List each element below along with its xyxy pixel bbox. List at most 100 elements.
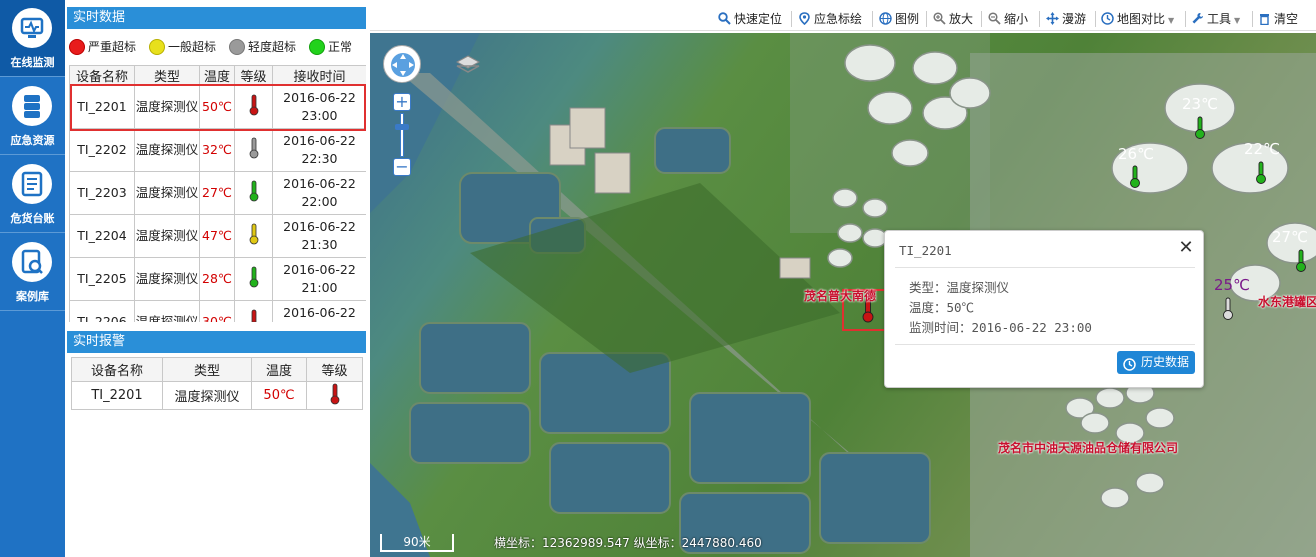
column-header-type[interactable]: 类型 — [134, 65, 200, 86]
received-time-cell: 2016-06-22 21:00 — [272, 257, 366, 301]
alarm-row[interactable]: TI_2201 温度探测仪 50℃ — [71, 381, 363, 410]
close-icon[interactable]: ✕ — [1177, 239, 1195, 257]
zoom-in-tool-button[interactable]: 放大 — [933, 10, 973, 28]
nav-item-emergency-resources[interactable]: 应急资源 — [0, 78, 65, 154]
nav-item-online-monitoring[interactable]: 在线监测 — [0, 0, 65, 76]
toolbar-label: 缩小 — [1004, 12, 1029, 26]
realtime-data-header: 实时数据 — [67, 7, 366, 29]
realtime-alarm-table: 设备名称 类型 温度 等级 TI_2201 温度探测仪 50℃ — [71, 357, 363, 410]
zoom-in-icon — [933, 12, 946, 25]
toolbar-divider — [981, 11, 982, 27]
popup-title: TI_2201 — [899, 243, 952, 258]
received-time-cell: 2016-06-22 23:00 — [272, 85, 366, 129]
column-header-temperature[interactable]: 温度 — [199, 65, 235, 86]
search-icon — [718, 12, 731, 25]
left-nav: 在线监测 应急资源 危货台账 案例库 — [0, 0, 65, 557]
zoom-out-tool-button[interactable]: 缩小 — [988, 10, 1028, 28]
clear-button[interactable]: 清空 — [1258, 10, 1298, 28]
toolbar-divider — [872, 11, 873, 27]
thermometer-green-icon[interactable] — [1295, 249, 1307, 277]
nav-divider — [0, 154, 65, 155]
globe-icon — [879, 12, 892, 25]
red-dot-icon — [69, 39, 85, 55]
table-row[interactable]: TI_2206温度探测仪30℃ 2016-06-22 20:30 — [69, 300, 366, 322]
pan-compass-control[interactable] — [383, 45, 421, 83]
zoom-slider-track[interactable] — [400, 113, 404, 157]
map-compare-dropdown[interactable]: 地图对比 ▼ — [1101, 10, 1174, 28]
zoom-in-button[interactable]: + — [393, 93, 411, 111]
thermometer-green-icon[interactable] — [1255, 161, 1267, 189]
device-name-cell: TI_2205 — [69, 257, 135, 301]
toolbar-divider — [1095, 11, 1096, 27]
column-header-level[interactable]: 等级 — [306, 357, 363, 382]
type-cell: 温度探测仪 — [134, 128, 200, 172]
column-header-device-name[interactable]: 设备名称 — [69, 65, 135, 86]
toolbar-label: 放大 — [949, 12, 974, 26]
wrench-icon — [1191, 12, 1204, 25]
device-name-cell: TI_2203 — [69, 171, 135, 215]
thermometer-green-icon[interactable] — [1129, 165, 1141, 193]
column-header-level[interactable]: 等级 — [234, 65, 273, 86]
nav-label: 案例库 — [16, 290, 49, 303]
toolbar-label: 应急标绘 — [814, 12, 863, 26]
tank-temp-label: 25℃ — [1214, 276, 1250, 294]
device-info-popup: TI_2201 ✕ 类型：温度探测仪 温度：50℃ 监测时间：2016-06-2… — [884, 230, 1204, 388]
nav-label: 危货台账 — [10, 212, 55, 225]
legend-label: 严重超标 — [88, 40, 137, 54]
type-cell: 温度探测仪 — [134, 85, 200, 129]
tools-dropdown[interactable]: 工具 ▼ — [1191, 10, 1240, 28]
legend-button[interactable]: 图例 — [879, 10, 919, 28]
monitor-icon — [12, 8, 52, 48]
column-header-device-name[interactable]: 设备名称 — [71, 357, 163, 382]
level-legend: 严重超标 一般超标 轻度超标 正常 — [67, 35, 366, 59]
thermometer-icon — [249, 266, 259, 293]
table-row[interactable]: TI_2203 温度探测仪 27℃ 2016-06-22 22:00 — [69, 171, 366, 215]
type-cell: 温度探测仪 — [134, 171, 200, 215]
level-cell — [234, 257, 273, 301]
temperature-cell: 47℃ — [199, 214, 235, 258]
table-row[interactable]: TI_2202 温度探测仪 32℃ 2016-06-22 22:30 — [69, 128, 366, 172]
tank-temp-label: 22℃ — [1244, 140, 1280, 158]
thermometer-green-icon[interactable] — [1194, 116, 1206, 144]
table-row[interactable]: TI_2204 温度探测仪 47℃ 2016-06-22 21:30 — [69, 214, 366, 258]
nav-divider — [0, 232, 65, 233]
table-row[interactable]: TI_2201 温度探测仪 50℃ 2016-06-22 23:00 — [69, 85, 366, 129]
emergency-plot-button[interactable]: 应急标绘 — [798, 10, 862, 28]
toolbar-label: 地图对比 — [1117, 12, 1166, 26]
ledger-icon — [12, 164, 52, 204]
type-cell: 温度探测仪 — [134, 257, 200, 301]
popup-divider — [895, 344, 1195, 345]
tank-temp-label: 26℃ — [1118, 145, 1154, 163]
map-toolbar: 快速定位 应急标绘 图例 放大 缩小 漫游 地图对比 ▼ 工具 ▼ 清空 — [370, 6, 1316, 31]
popup-divider — [895, 267, 1195, 268]
toolbar-label: 快速定位 — [734, 12, 783, 26]
clock-icon — [1123, 356, 1136, 379]
history-data-button[interactable]: 历史数据 — [1117, 351, 1195, 374]
temperature-cell: 50℃ — [199, 85, 235, 129]
popup-temperature-line: 温度：50℃ — [909, 300, 975, 315]
column-header-temperature[interactable]: 温度 — [251, 357, 307, 382]
nav-item-hazardous-ledger[interactable]: 危货台账 — [0, 156, 65, 232]
thermometer-gray-icon[interactable] — [1222, 297, 1234, 325]
level-cell — [234, 85, 273, 129]
clock-icon — [1101, 12, 1114, 25]
device-name-cell: TI_2201 — [69, 85, 135, 129]
level-cell — [234, 300, 273, 322]
zoom-slider-handle[interactable] — [395, 124, 409, 130]
toolbar-divider — [926, 11, 927, 27]
table-row[interactable]: TI_2205 温度探测仪 28℃ 2016-06-22 21:00 — [69, 257, 366, 301]
realtime-data-scroll[interactable]: 设备名称 类型 温度 等级 接收时间 TI_2201 温度探测仪 50℃ 2016-0… — [67, 64, 366, 322]
pan-tool-button[interactable]: 漫游 — [1046, 10, 1086, 28]
layers-icon[interactable] — [455, 53, 481, 77]
column-header-type[interactable]: 类型 — [162, 357, 252, 382]
temperature-cell: 30℃ — [199, 300, 235, 322]
temperature-cell: 50℃ — [251, 381, 307, 410]
zoom-out-button[interactable]: − — [393, 158, 411, 176]
column-header-received-time[interactable]: 接收时间 — [272, 65, 366, 86]
gray-dot-icon — [229, 39, 245, 55]
quick-locate-button[interactable]: 快速定位 — [718, 10, 782, 28]
zoom-out-icon — [988, 12, 1001, 25]
nav-item-case-library[interactable]: 案例库 — [0, 234, 65, 310]
temperature-cell: 27℃ — [199, 171, 235, 215]
chevron-down-icon: ▼ — [1168, 16, 1175, 25]
